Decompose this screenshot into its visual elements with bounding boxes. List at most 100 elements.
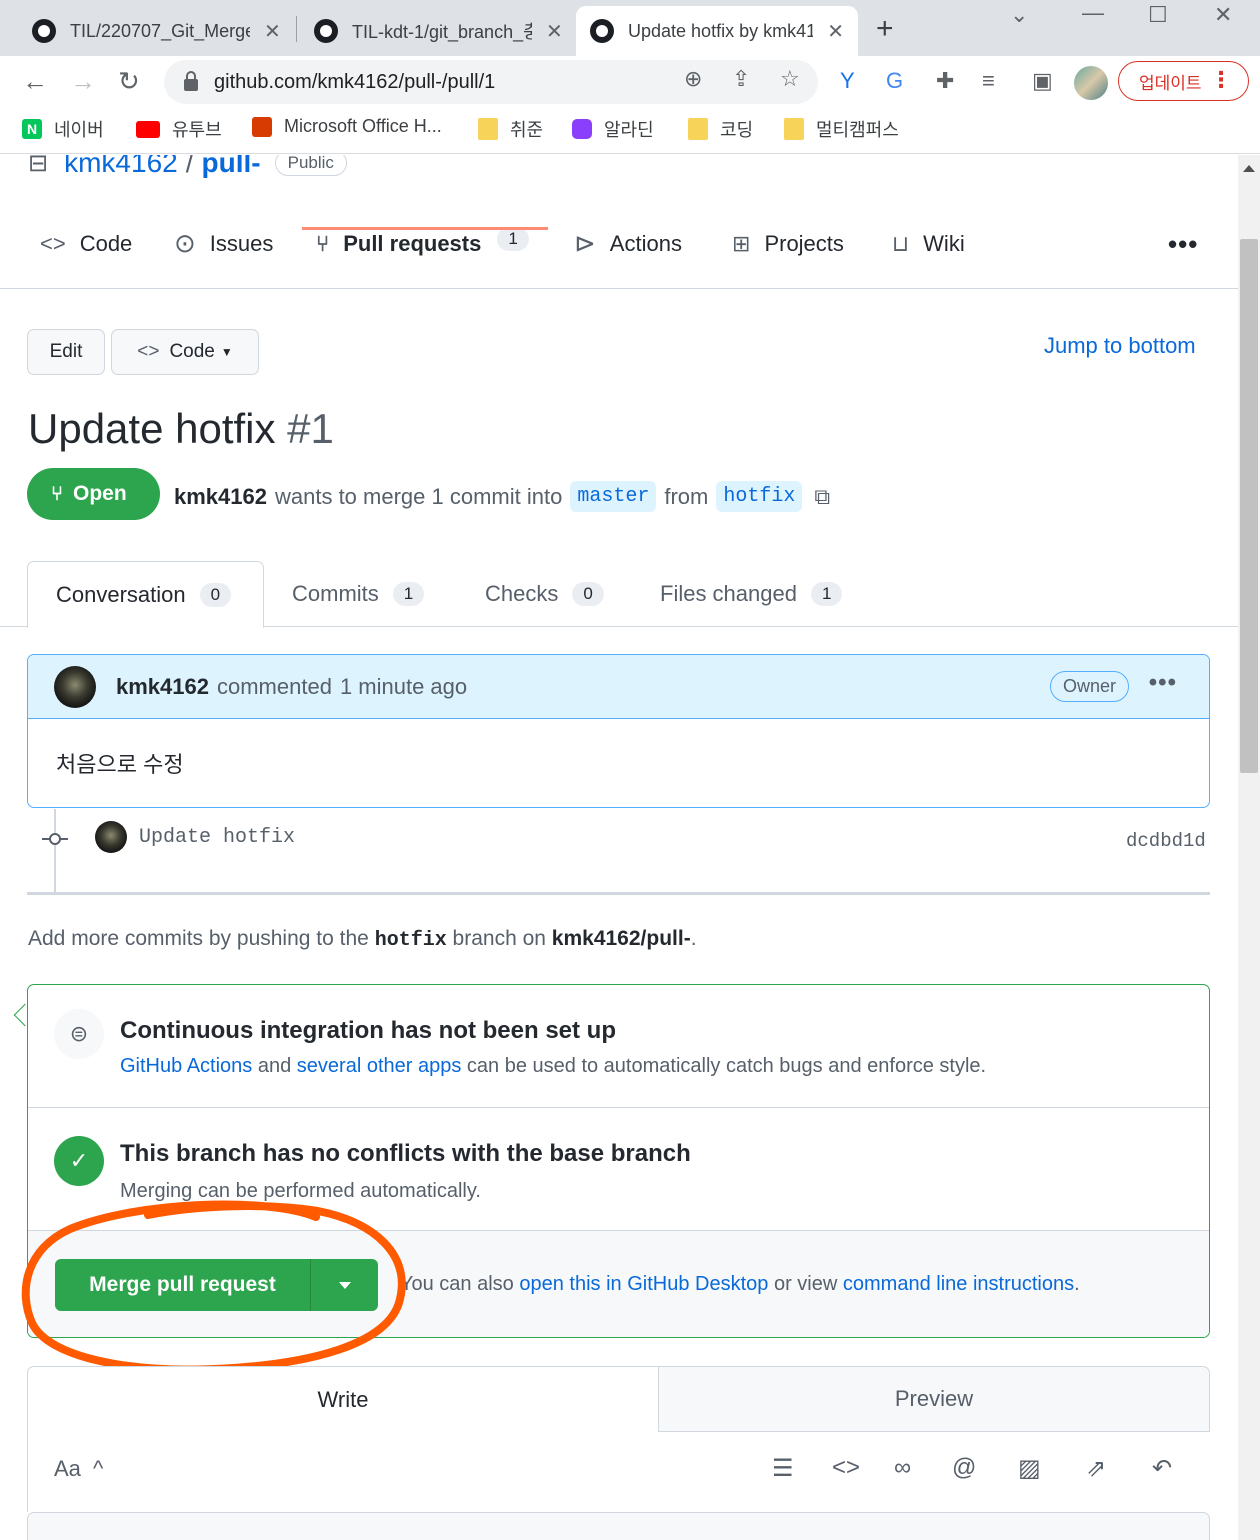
tab-search-icon[interactable]: ⌄ — [1010, 2, 1028, 28]
forward-icon[interactable]: → — [70, 66, 96, 97]
list-icon[interactable]: ☰ — [772, 1454, 794, 1483]
merge-note-mid: or view — [773, 1273, 838, 1295]
image-icon[interactable]: ▨ — [1018, 1454, 1041, 1483]
extensions-puzzle-icon[interactable]: ✚ — [936, 68, 954, 94]
nav-selected-underline — [302, 227, 548, 230]
bookmark-folder-multicampus[interactable]: 멀티캠퍼스 — [784, 116, 899, 142]
scrollbar-thumb[interactable] — [1240, 239, 1258, 773]
code-dropdown-button[interactable]: <> Code ▼ — [111, 329, 259, 375]
repo-separator: / — [185, 155, 194, 178]
nav-code[interactable]: <> Code — [40, 231, 132, 287]
tab-commits[interactable]: Commits 1 — [292, 561, 425, 627]
more-menu-icon[interactable]: ••• — [1168, 229, 1198, 260]
command-line-link[interactable]: command line instructions — [843, 1273, 1074, 1295]
repo-icon: ⊟ — [28, 155, 49, 177]
repo-owner-link[interactable]: kmk4162 — [64, 155, 178, 179]
nav-wiki[interactable]: ⊔ Wiki — [892, 231, 965, 287]
extension-y-icon[interactable]: Y — [840, 68, 855, 94]
merge-note-prefix: You can also — [400, 1273, 514, 1295]
repo-name-link[interactable]: pull- — [202, 155, 261, 179]
nav-pull-requests[interactable]: ⑂ Pull requests 1 — [316, 227, 529, 283]
share-icon[interactable]: ⇪ — [732, 66, 750, 92]
scrollbar[interactable] — [1238, 155, 1260, 1540]
base-branch[interactable]: master — [570, 481, 657, 512]
merge-pull-request-button[interactable]: Merge pull request — [55, 1259, 311, 1311]
jump-to-bottom-link[interactable]: Jump to bottom — [1044, 333, 1196, 359]
browser-tab[interactable]: TIL-kdt-1/git_branch_충 ✕ — [300, 6, 577, 56]
tab-title: TIL/220707_Git_Merge_ — [70, 20, 250, 41]
comment-author[interactable]: kmk4162 — [116, 674, 209, 700]
mention-icon[interactable]: @ — [952, 1454, 976, 1482]
pull-request-icon: ⑂ — [51, 482, 63, 505]
copy-icon[interactable]: ⧉ — [814, 484, 830, 510]
bookmark-youtube[interactable]: 유투브 — [136, 116, 222, 142]
scroll-up-icon[interactable] — [1243, 165, 1255, 172]
tab-files-changed[interactable]: Files changed 1 — [660, 561, 843, 627]
address-bar[interactable]: github.com/kmk4162/pull-/pull/1 — [164, 60, 818, 104]
bookmark-aladin[interactable]: 알라딘 — [572, 116, 654, 142]
link-icon[interactable]: ∞ — [894, 1454, 911, 1482]
edit-button[interactable]: Edit — [27, 329, 105, 375]
tab-label: Checks — [485, 581, 559, 606]
profile-avatar[interactable] — [1074, 66, 1108, 100]
caret-down-icon — [338, 1281, 351, 1289]
github-desktop-link[interactable]: open this in GitHub Desktop — [519, 1273, 768, 1295]
code-icon[interactable]: <> — [832, 1454, 860, 1482]
close-icon[interactable]: ✕ — [264, 19, 281, 44]
tab-conversation[interactable]: Conversation 0 — [27, 561, 264, 628]
close-icon[interactable]: ✕ — [546, 19, 563, 44]
github-icon — [32, 19, 56, 43]
commit-message[interactable]: Update hotfix — [139, 826, 295, 849]
head-branch[interactable]: hotfix — [716, 481, 803, 512]
bookmark-folder-coding[interactable]: 코딩 — [688, 116, 753, 142]
edit-label: Edit — [49, 341, 83, 362]
update-button[interactable]: 업데이트 ⋮ — [1118, 61, 1249, 101]
tab-write[interactable]: Write — [27, 1366, 659, 1432]
browser-tab[interactable]: TIL/220707_Git_Merge_ ✕ — [18, 6, 295, 56]
aladin-icon — [572, 119, 592, 139]
other-apps-link[interactable]: several other apps — [297, 1055, 462, 1077]
close-icon[interactable]: ✕ — [827, 19, 844, 44]
robot-icon: ⊜ — [54, 1009, 104, 1059]
nav-label: Pull requests — [343, 231, 482, 256]
comment-time[interactable]: 1 minute ago — [340, 674, 467, 700]
bookmark-star-icon[interactable]: ☆ — [780, 66, 800, 92]
side-panel-icon[interactable]: ▣ — [1032, 68, 1053, 94]
comment-editor: Write Preview Aa ^ ☰ <> ∞ @ ▨ ⇗ ↶ — [27, 1366, 1210, 1540]
zoom-icon[interactable]: ⊕ — [684, 66, 702, 92]
bookmark-label: 유투브 — [172, 120, 222, 140]
nav-actions[interactable]: ⊳ Actions — [574, 230, 682, 287]
minimize-icon[interactable]: — — [1082, 0, 1104, 26]
nav-issues[interactable]: ⊙ Issues — [174, 230, 273, 287]
avatar[interactable] — [95, 821, 127, 853]
reply-icon[interactable]: ↶ — [1152, 1454, 1172, 1483]
window-close-icon[interactable]: ✕ — [1214, 2, 1232, 28]
caret-down-icon: ▼ — [220, 345, 233, 359]
comment-textarea[interactable] — [27, 1512, 1210, 1540]
maximize-icon[interactable]: ☐ — [1148, 2, 1168, 28]
comment-body: 처음으로 수정 — [56, 752, 184, 777]
cross-reference-icon[interactable]: ⇗ — [1086, 1454, 1106, 1483]
reading-list-icon[interactable]: ≡ — [982, 68, 995, 94]
commit-sha[interactable]: dcdbd1d — [1126, 830, 1206, 852]
nav-projects[interactable]: ⊞ Projects — [732, 231, 844, 287]
bookmark-folder-jobs[interactable]: 취준 — [478, 116, 543, 142]
github-actions-link[interactable]: GitHub Actions — [120, 1055, 252, 1077]
tab-preview[interactable]: Preview — [658, 1366, 1210, 1432]
back-icon[interactable]: ← — [22, 66, 48, 97]
pr-author[interactable]: kmk4162 — [174, 484, 267, 510]
ci-and: and — [257, 1055, 292, 1077]
pr-meta: kmk4162 wants to merge 1 commit into mas… — [174, 481, 830, 512]
new-tab-button[interactable]: + — [876, 12, 894, 46]
browser-tab-active[interactable]: Update hotfix by kmk4162 ✕ — [576, 6, 858, 56]
comment-options-icon[interactable]: ••• — [1149, 669, 1177, 697]
translate-icon[interactable]: G — [886, 68, 903, 94]
folder-icon — [784, 118, 804, 140]
bookmark-office[interactable]: Microsoft Office H... — [252, 116, 442, 137]
text-size-button[interactable]: Aa ^ — [54, 1456, 103, 1482]
reload-icon[interactable]: ↻ — [118, 66, 140, 97]
merge-method-dropdown[interactable] — [311, 1259, 378, 1311]
avatar[interactable] — [54, 665, 96, 708]
bookmark-naver[interactable]: N 네이버 — [22, 116, 104, 142]
tab-checks[interactable]: Checks 0 — [485, 561, 604, 627]
